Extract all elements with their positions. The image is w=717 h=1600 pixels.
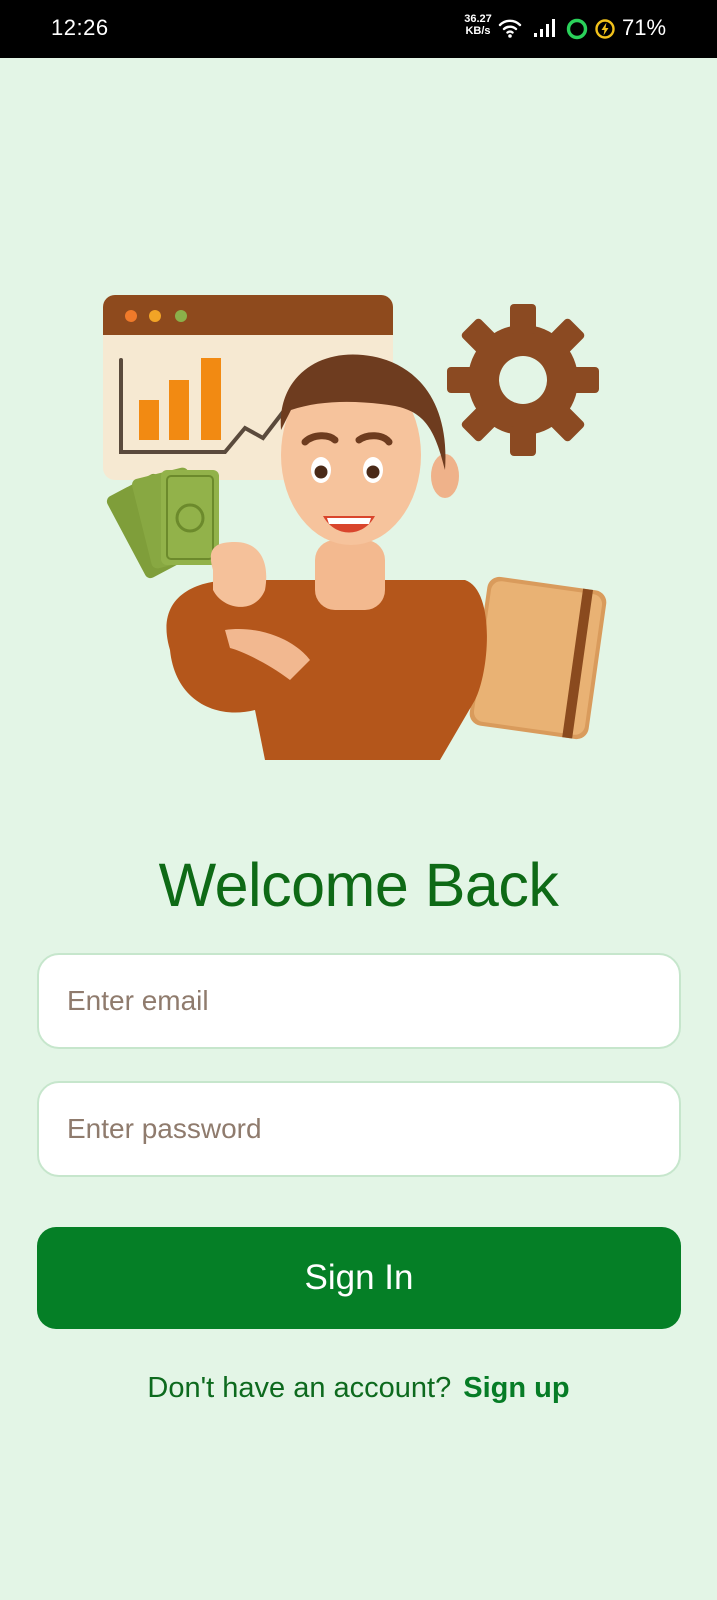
network-speed-unit: KB/s [465, 25, 491, 37]
email-field[interactable] [37, 953, 681, 1049]
sign-in-button[interactable]: Sign In [37, 1227, 681, 1329]
network-speed-value: 36.27 [464, 13, 492, 25]
status-time: 12:26 [51, 15, 109, 40]
battery-saver-icon [594, 18, 616, 45]
sign-up-link[interactable]: Sign up [463, 1372, 569, 1404]
money-icon [106, 467, 219, 579]
battery-level: 71% [622, 15, 667, 40]
password-field[interactable] [37, 1081, 681, 1177]
signup-row: Don't have an account? Sign up [0, 1372, 717, 1405]
gear-icon [447, 304, 599, 456]
signal-icon [533, 18, 555, 43]
notebook-icon [469, 576, 607, 740]
network-speed: 36.27 KB/s [458, 13, 498, 37]
wifi-icon [498, 17, 522, 44]
page-title: Welcome Back [158, 851, 559, 919]
finance-illustration [95, 280, 625, 800]
signup-prompt: Don't have an account? [147, 1372, 452, 1404]
status-bar: 12:26 36.27 KB/s 71% [0, 0, 717, 58]
ring-icon [566, 18, 588, 45]
